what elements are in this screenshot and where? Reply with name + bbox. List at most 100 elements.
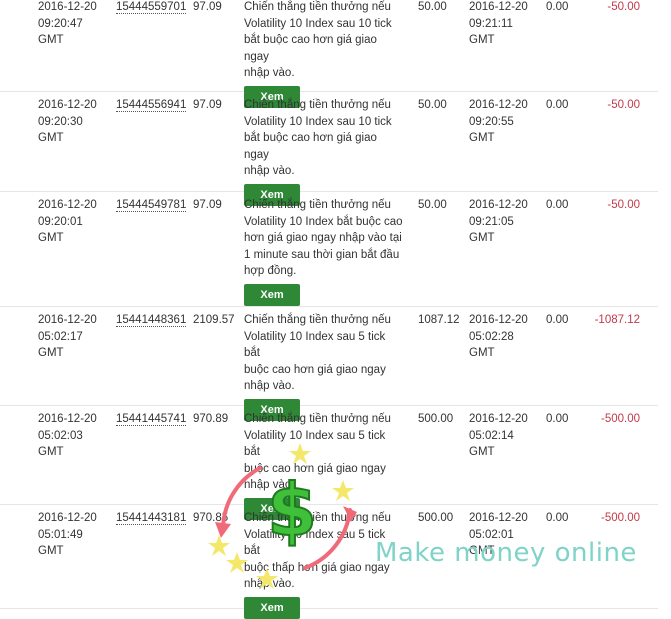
sell-price: 50.00 xyxy=(418,199,447,211)
description-line: buộc cao hơn giá giao ngay xyxy=(244,462,386,475)
sell_time-line: 2016-12-20 xyxy=(469,413,528,425)
sell_time-line: 05:02:14 xyxy=(469,429,514,442)
purchase_time-line: 05:02:03 xyxy=(38,429,83,442)
purchase-time: 2016-12-20 05:01:49 GMT xyxy=(38,510,108,560)
description-line: nhập vào. xyxy=(244,67,295,79)
sell_time-line: 2016-12-20 xyxy=(469,99,528,111)
purchase-time: 2016-12-20 09:20:47 GMT xyxy=(38,0,108,49)
profit-value: 0.00 xyxy=(546,512,569,524)
sell_time-line: 2016-12-20 xyxy=(469,314,528,326)
purchase-time: 2016-12-20 05:02:17 GMT xyxy=(38,312,108,362)
buy-price: 97.09 xyxy=(193,99,222,111)
sell-time: 2016-12-20 05:02:01 GMT xyxy=(469,510,539,560)
description-line: hợp đồng. xyxy=(244,265,297,277)
sell-time: 2016-12-20 09:21:05 GMT xyxy=(469,197,539,247)
sell-time: 2016-12-20 05:02:14 GMT xyxy=(469,411,539,461)
contract-description: Chiến thắng tiền thưởng nếu Volatility 10… xyxy=(244,510,404,619)
contract-description: Chiến thắng tiền thưởng nếu Volatility 10… xyxy=(244,97,404,206)
sell_time-line: 2016-12-20 xyxy=(469,1,528,13)
sell-price: 500.00 xyxy=(418,512,454,524)
description-line: buộc thấp hơn giá giao ngay xyxy=(244,561,390,574)
description-line: nhập vào. xyxy=(244,380,295,392)
purchase_time-line: 05:01:49 xyxy=(38,528,83,541)
contract-ref: 15444549781 xyxy=(116,197,187,214)
sell-time: 2016-12-20 09:21:11 GMT xyxy=(469,0,539,49)
sell_time-line: 2016-12-20 xyxy=(469,199,528,211)
loss-value: -500.00 xyxy=(600,413,640,425)
contract-ref: 15441445741 xyxy=(116,411,187,428)
sell_time-line: GMT xyxy=(469,446,495,458)
description-line: Chiến thắng tiền thưởng nếu xyxy=(244,1,391,13)
sell_time-line: GMT xyxy=(469,347,495,359)
purchase_time-line: 05:02:17 xyxy=(38,330,83,343)
description-line: Volatility 10 Index sau 10 tick xyxy=(244,17,392,30)
sell_time-line: GMT xyxy=(469,545,495,557)
purchase-time: 2016-12-20 09:20:30 GMT xyxy=(38,97,108,147)
description-line: Chiến thắng tiền thưởng nếu xyxy=(244,199,391,211)
contract-ref: 15444559701 xyxy=(116,0,187,16)
loss-value: -50.00 xyxy=(607,199,640,211)
contract-ref-link[interactable]: 15444559701 xyxy=(116,1,187,14)
contract-ref-link[interactable]: 15441445741 xyxy=(116,413,187,426)
purchase_time-line: GMT xyxy=(38,446,64,458)
profit-value: 0.00 xyxy=(546,99,569,111)
description-line: nhập vào. xyxy=(244,578,295,590)
loss-value: -500.00 xyxy=(600,512,640,524)
description-line: 1 minute sau thời gian bắt đầu xyxy=(244,248,400,261)
sell-price: 50.00 xyxy=(418,99,447,111)
purchase_time-line: 2016-12-20 xyxy=(38,314,97,326)
contract-ref-link[interactable]: 15441448361 xyxy=(116,314,187,327)
sell-price: 1087.12 xyxy=(418,314,460,326)
sell_time-line: GMT xyxy=(469,34,495,46)
sell_time-line: GMT xyxy=(469,132,495,144)
description-line: bắt buộc cao hơn giá giao ngay xyxy=(244,132,377,161)
sell-price: 50.00 xyxy=(418,1,447,13)
table-row: 2016-12-20 09:20:01 GMT 15444549781 97.09 Chi… xyxy=(0,192,658,307)
purchase_time-line: 09:20:47 xyxy=(38,17,83,30)
table-row: 2016-12-20 05:02:03 GMT 15441445741 970.89 Ch… xyxy=(0,406,658,520)
sell-time: 2016-12-20 09:20:55 GMT xyxy=(469,97,539,147)
contract-ref-link[interactable]: 15444549781 xyxy=(116,199,187,212)
view-button[interactable]: Xem xyxy=(244,596,300,619)
purchase_time-line: GMT xyxy=(38,347,64,359)
description-line: Volatility 10 Index sau 5 tick bắt xyxy=(244,330,386,360)
profit-value: 0.00 xyxy=(546,413,569,425)
purchase_time-line: 09:20:30 xyxy=(38,115,83,128)
sell_time-line: 09:20:55 xyxy=(469,115,514,128)
loss-value: -50.00 xyxy=(607,1,640,13)
contract-ref: 15444556941 xyxy=(116,97,187,114)
profit-value: 0.00 xyxy=(546,314,569,326)
sell_time-line: 05:02:01 xyxy=(469,528,514,541)
contract-description: Chiến thắng tiền thưởng nếu Volatility 10… xyxy=(244,197,404,306)
description-line: Chiến thắng tiền thưởng nếu xyxy=(244,314,391,326)
sell_time-line: 2016-12-20 xyxy=(469,512,528,524)
purchase_time-line: 2016-12-20 xyxy=(38,199,97,211)
description-line: Volatility 10 Index sau 5 tick bắt xyxy=(244,429,386,459)
buy-price: 970.89 xyxy=(193,413,229,425)
contract-ref-link[interactable]: 15444556941 xyxy=(116,99,187,112)
buy-price: 970.85 xyxy=(193,512,229,524)
sell_time-line: GMT xyxy=(469,232,495,244)
table-row: 2016-12-20 05:01:49 GMT 15441443181 970.85 Ch… xyxy=(0,505,658,619)
description-line: Chiến thắng tiền thưởng nếu xyxy=(244,99,391,111)
contract-description: Chiến thắng tiền thưởng nếu Volatility 10… xyxy=(244,411,404,520)
description-line: buộc cao hơn giá giao ngay xyxy=(244,363,386,376)
purchase_time-line: 2016-12-20 xyxy=(38,413,97,425)
buy-price: 97.09 xyxy=(193,1,222,13)
sell_time-line: 09:21:05 xyxy=(469,215,514,228)
buy-price: 2109.57 xyxy=(193,314,235,326)
description-line: hơn giá giao ngay nhập vào tại xyxy=(244,232,402,244)
view-button[interactable]: Xem xyxy=(244,283,300,306)
sell-price: 500.00 xyxy=(418,413,454,425)
sell-time: 2016-12-20 05:02:28 GMT xyxy=(469,312,539,362)
table-row: 2016-12-20 09:20:30 GMT 15444556941 97.09 Chi… xyxy=(0,92,658,206)
description-line: Chiến thắng tiền thưởng nếu xyxy=(244,512,391,524)
description-line: Volatility 10 Index bắt buộc cao xyxy=(244,215,403,228)
purchase_time-line: 2016-12-20 xyxy=(38,1,97,13)
purchase_time-line: 09:20:01 xyxy=(38,215,83,228)
description-line: nhập vào. xyxy=(244,165,295,177)
description-line: bắt buộc cao hơn giá giao ngay xyxy=(244,34,377,63)
contract-ref-link[interactable]: 15441443181 xyxy=(116,512,187,525)
contract-ref: 15441448361 xyxy=(116,312,187,329)
description-line: Chiến thắng tiền thưởng nếu xyxy=(244,413,391,425)
